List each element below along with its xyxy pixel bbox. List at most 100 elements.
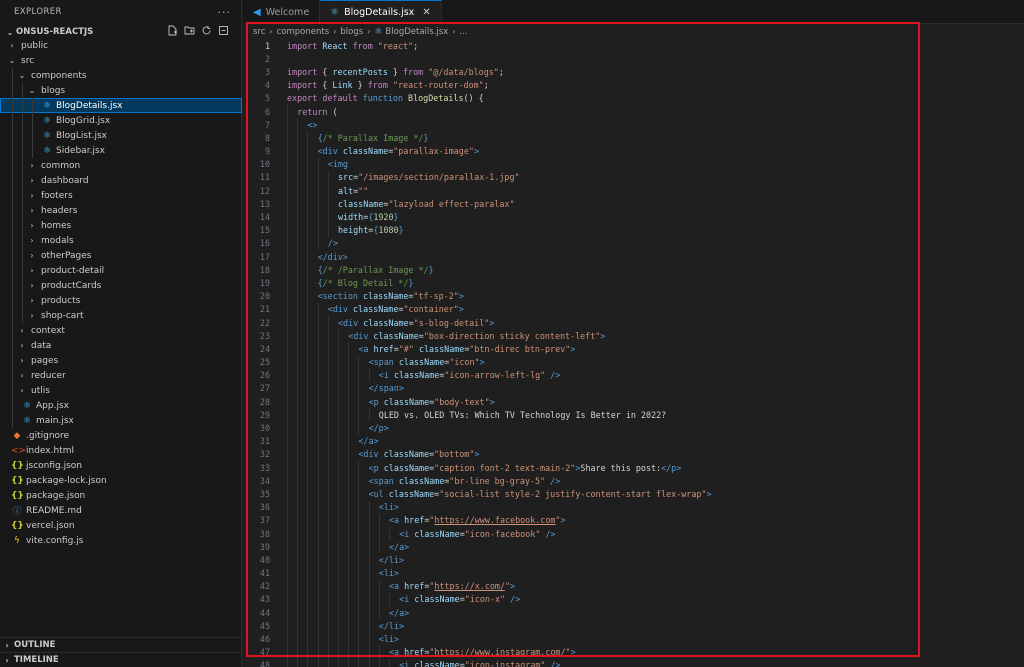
code-line: 18 {/* /Parallax Image */} xyxy=(243,263,1024,277)
tree-item-label: BlogGrid.jsx xyxy=(56,115,111,126)
new-file-icon[interactable] xyxy=(167,25,178,36)
code-text: alt="" xyxy=(338,186,368,196)
file-item[interactable]: ⓘ README.md xyxy=(0,503,242,518)
folder-item[interactable]: › homes xyxy=(0,218,242,233)
code-token: className xyxy=(418,343,465,354)
code-editor[interactable]: src › components › blogs › ⚛ BlogDetails… xyxy=(243,24,1024,667)
indent-guide xyxy=(297,236,299,250)
folder-item[interactable]: › data xyxy=(0,338,242,353)
folder-item[interactable]: › shop-cart xyxy=(0,308,242,323)
indent-guide xyxy=(348,592,350,607)
file-item[interactable]: ⚛ BlogList.jsx xyxy=(0,128,242,143)
folder-item[interactable]: › footers xyxy=(0,188,242,203)
indent-guide xyxy=(389,526,390,541)
indent-guide xyxy=(12,203,13,218)
folder-item[interactable]: › products xyxy=(0,293,242,308)
breadcrumb-item[interactable]: ... xyxy=(459,27,467,37)
file-item[interactable]: ϟ vite.config.js xyxy=(0,533,242,548)
tab-welcome[interactable]: ◀ Welcome xyxy=(243,0,321,24)
code-line: 40 </li> xyxy=(243,553,1024,567)
file-item[interactable]: ⚛ BlogGrid.jsx xyxy=(0,113,242,128)
chevron-right-icon: › xyxy=(20,371,24,380)
code-text: <li> xyxy=(379,568,399,578)
indent-guide xyxy=(317,236,319,250)
timeline-section[interactable]: › TIMELINE xyxy=(0,652,242,667)
indent-guide xyxy=(287,157,288,171)
file-item[interactable]: ⚛ Sidebar.jsx xyxy=(0,143,242,158)
new-folder-icon[interactable] xyxy=(184,25,195,36)
indent-guide xyxy=(327,540,329,554)
code-area[interactable]: 1 import React from "react"; 2 3 import { re… xyxy=(243,39,1024,667)
outline-section[interactable]: › OUTLINE xyxy=(0,637,242,652)
code-token: > xyxy=(458,304,464,315)
code-token: </span> xyxy=(368,383,404,394)
folder-item[interactable]: › context xyxy=(0,323,242,338)
indent-guide xyxy=(327,592,329,607)
line-number: 42 xyxy=(259,581,270,592)
indent-guide xyxy=(297,434,299,448)
breadcrumb-item[interactable]: blogs xyxy=(340,27,363,37)
file-item[interactable]: {} package-lock.json xyxy=(0,473,242,488)
indent-guide xyxy=(307,263,309,277)
file-item[interactable]: <> index.html xyxy=(0,443,242,458)
line-number: 16 xyxy=(259,238,270,249)
folder-item[interactable]: › product-detail xyxy=(0,263,242,278)
indent-guide xyxy=(22,188,23,203)
folder-item[interactable]: ⌄ components xyxy=(0,68,242,83)
folder-item[interactable]: › productCards xyxy=(0,278,242,293)
indent-guide xyxy=(368,408,370,422)
indent-guide xyxy=(307,487,309,501)
indent-guide xyxy=(348,526,350,541)
indent-guide xyxy=(287,355,288,369)
collapse-all-icon[interactable] xyxy=(218,25,229,36)
code-line: 43 <i className="icon-x" /> xyxy=(243,592,1024,607)
indent-guide xyxy=(287,276,288,290)
file-item[interactable]: {} vercel.json xyxy=(0,518,242,533)
file-item[interactable]: ⚛ App.jsx xyxy=(0,398,242,413)
code-token: className xyxy=(398,357,445,368)
indent-guide xyxy=(297,329,299,343)
folder-item[interactable]: › public xyxy=(0,38,242,53)
folder-item[interactable]: › common xyxy=(0,158,242,173)
file-item[interactable]: {} package.json xyxy=(0,488,242,503)
indent-guide xyxy=(358,421,360,435)
indent-guide xyxy=(317,526,319,541)
code-token: https://www.instagram.com/ xyxy=(434,647,566,658)
indent-guide xyxy=(378,579,380,593)
tab-blogdetails[interactable]: ⚛ BlogDetails.jsx ✕ xyxy=(320,0,442,24)
breadcrumb-item[interactable]: src xyxy=(253,27,265,37)
chevron-right-icon: › xyxy=(30,311,34,320)
file-item[interactable]: {} jsconfig.json xyxy=(0,458,242,473)
code-token: } xyxy=(387,66,404,77)
refresh-icon[interactable] xyxy=(201,25,212,36)
folder-item[interactable]: › pages xyxy=(0,353,242,368)
indent-guide xyxy=(287,197,288,211)
more-actions-icon[interactable]: ··· xyxy=(218,6,232,19)
code-token: from xyxy=(367,80,388,91)
indent-guide xyxy=(32,113,33,128)
file-item[interactable]: ◆ .gitignore xyxy=(0,428,242,443)
folder-item[interactable]: › reducer xyxy=(0,368,242,383)
chevron-right-icon: › xyxy=(20,341,24,350)
indent-guide xyxy=(287,263,288,277)
file-item[interactable]: ⚛ BlogDetails.jsx xyxy=(0,98,242,113)
code-text: </div> xyxy=(318,252,348,262)
folder-item[interactable]: › otherPages xyxy=(0,248,242,263)
indent-guide xyxy=(287,184,288,198)
breadcrumb-item[interactable]: components xyxy=(277,27,330,37)
folder-item[interactable]: ⌄ blogs xyxy=(0,83,242,98)
folder-item[interactable]: › dashboard xyxy=(0,173,242,188)
tree-item-label: footers xyxy=(41,190,73,201)
folder-item[interactable]: › utlis xyxy=(0,383,242,398)
line-number: 13 xyxy=(259,198,270,209)
folder-item[interactable]: › headers xyxy=(0,203,242,218)
folder-item[interactable]: ⌄ src xyxy=(0,53,242,68)
indent-guide xyxy=(287,144,288,158)
breadcrumb-item[interactable]: BlogDetails.jsx xyxy=(385,27,448,37)
close-icon[interactable]: ✕ xyxy=(422,7,430,18)
indent-guide xyxy=(32,143,33,158)
indent-guide xyxy=(287,408,288,422)
file-item[interactable]: ⚛ main.jsx xyxy=(0,413,242,428)
indent-guide xyxy=(22,248,23,263)
folder-item[interactable]: › modals xyxy=(0,233,242,248)
